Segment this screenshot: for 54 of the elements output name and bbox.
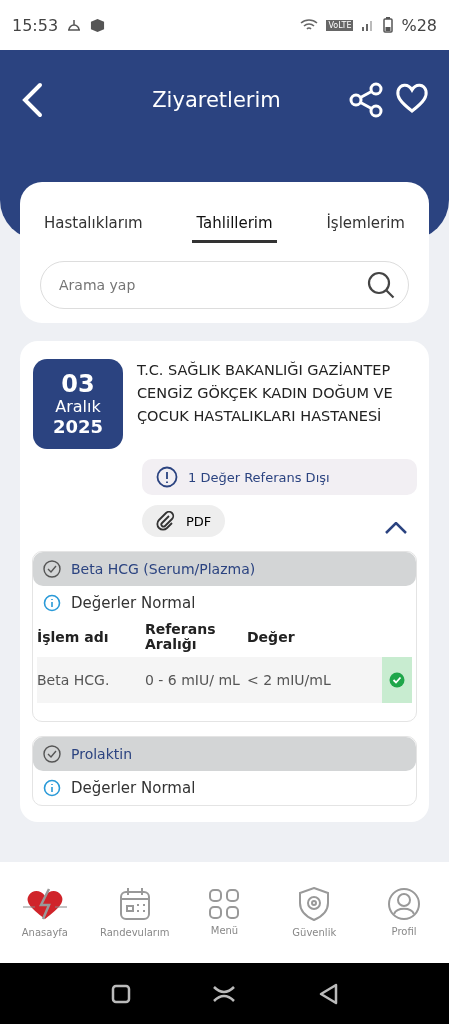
column-header: İşlem adı	[37, 627, 110, 647]
nav-item[interactable]: Anasayfa	[4, 886, 85, 939]
test-status: Değerler Normal	[71, 778, 196, 797]
info-icon	[43, 778, 61, 797]
heart-logo-icon	[22, 887, 67, 921]
notice-text: 1 Değer Referans Dışı	[188, 469, 330, 485]
nav-item[interactable]: Randevularım	[94, 886, 175, 939]
wifi-icon	[300, 18, 319, 32]
test-header[interactable]: Beta HCG (Serum/Plazma)	[33, 552, 416, 586]
table-cell: < 2 mIU/mL	[247, 656, 382, 703]
tab[interactable]: Hastalıklarım	[40, 206, 147, 243]
battery-icon	[383, 17, 394, 33]
check-circle-icon	[43, 560, 61, 578]
profile-icon	[388, 888, 421, 920]
calendar-icon	[118, 887, 151, 921]
test-name: Prolaktin	[71, 745, 133, 762]
page-title: Ziyaretlerim	[151, 88, 282, 112]
date-month: Aralık	[55, 398, 101, 417]
table-cell: 0 - 6 mIU/ mL	[145, 656, 247, 703]
bell-icon	[66, 17, 83, 33]
pdf-button[interactable]: PDF	[142, 505, 226, 537]
tab[interactable]: Tahlillerim	[192, 206, 277, 243]
battery-level: %28	[401, 15, 437, 35]
hospital-name: T.C. SAĞLIK BAKANLIĞI GAZİANTEP CENGİZ GÖKÇEK KADIN DOĞUM VE ÇOCUK HASTALIKLARI HASTANESİ	[137, 360, 394, 427]
nav-item[interactable]: Güvenlik	[274, 886, 355, 939]
test-name: Beta HCG (Serum/Plazma)	[71, 561, 256, 577]
grid-menu-icon	[209, 889, 240, 919]
table-cell: Beta HCG.	[37, 656, 145, 703]
date-day: 03	[61, 370, 95, 399]
favorite-icon[interactable]	[395, 82, 429, 114]
chevron-up-icon[interactable]	[385, 522, 407, 534]
volte-badge: VoLTE	[326, 19, 354, 31]
check-circle-icon	[43, 744, 61, 763]
nav-item[interactable]: Menü	[184, 888, 265, 937]
nav-item[interactable]: Profil	[364, 887, 445, 938]
column-header: Değer	[247, 627, 296, 647]
home-gesture-icon[interactable]	[213, 984, 236, 1003]
shield-gear-icon	[298, 887, 331, 921]
column-header: Referans Aralığı	[145, 620, 217, 655]
test-header[interactable]: Prolaktin	[33, 736, 416, 771]
test-status: Değerler Normal	[71, 594, 196, 612]
back-nav-icon[interactable]	[317, 982, 338, 1005]
exclamation-icon	[156, 466, 178, 488]
back-icon[interactable]	[20, 82, 44, 118]
date-year: 2025	[52, 416, 104, 438]
cube-icon	[90, 17, 106, 33]
paperclip-icon	[156, 511, 176, 531]
status-time: 15:53	[12, 15, 59, 35]
tab[interactable]: İşlemlerim	[322, 206, 409, 243]
info-icon	[43, 594, 61, 612]
search-field[interactable]: Arama yap	[40, 261, 409, 309]
share-icon[interactable]	[349, 82, 385, 118]
search-icon[interactable]	[367, 271, 395, 299]
recent-apps-icon[interactable]	[111, 983, 132, 1004]
